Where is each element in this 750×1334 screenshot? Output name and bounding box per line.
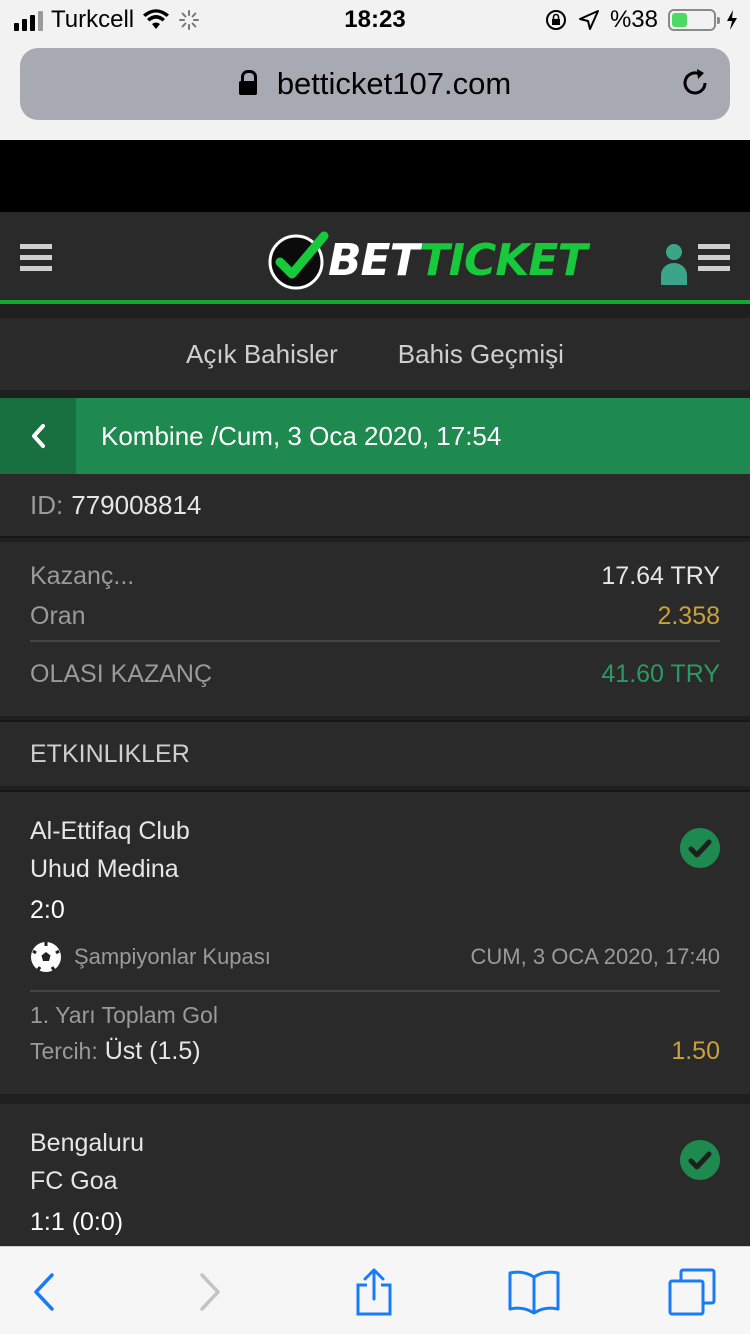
browser-chrome: Turkcell 18:23 %38 betticket107.com bbox=[0, 0, 750, 140]
stake-value: 17.64 TRY bbox=[601, 561, 720, 590]
bet-title-bar: Kombine /Cum, 3 Oca 2020, 17:54 bbox=[0, 398, 750, 474]
tab-open-bets[interactable]: Açık Bahisler bbox=[186, 339, 338, 370]
away-team: FC Goa bbox=[30, 1166, 118, 1195]
checkmark-logo-icon bbox=[268, 231, 329, 290]
browser-toolbar bbox=[0, 1246, 750, 1334]
odds-row: Oran 2.358 bbox=[30, 596, 720, 636]
payout-label: OLASI KAZANÇ bbox=[30, 659, 212, 688]
charging-icon bbox=[727, 10, 737, 30]
payout-row: OLASI KAZANÇ 41.60 TRY bbox=[30, 648, 720, 700]
payout-value: 41.60 TRY bbox=[601, 659, 720, 688]
logo-text-ticket: TICKET bbox=[419, 234, 588, 286]
chevron-right-icon bbox=[200, 1273, 220, 1311]
share-icon bbox=[356, 1268, 392, 1316]
lock-icon bbox=[238, 70, 257, 95]
events-heading: ETKINLIKLER bbox=[0, 720, 750, 786]
bet-title: Kombine /Cum, 3 Oca 2020, 17:54 bbox=[101, 420, 502, 451]
logo-text-bet: BET bbox=[328, 234, 421, 286]
reload-icon[interactable] bbox=[678, 66, 712, 100]
chevron-left-icon bbox=[32, 424, 45, 448]
divider bbox=[30, 640, 720, 642]
browser-forward-button[interactable] bbox=[182, 1267, 238, 1317]
url-text: betticket107.com bbox=[276, 66, 512, 101]
event-meta: Şampiyonlar Kupası CUM, 3 OCA 2020, 17:4… bbox=[30, 932, 720, 982]
pick-odds: 1.50 bbox=[671, 1036, 720, 1065]
battery-icon bbox=[668, 9, 720, 31]
book-icon bbox=[508, 1270, 560, 1315]
bet-id-value: 779008814 bbox=[71, 489, 202, 520]
bet-id-label: ID: bbox=[30, 489, 64, 520]
match-score: 2:0 bbox=[30, 895, 65, 924]
location-icon bbox=[578, 10, 599, 30]
away-team: Uhud Medina bbox=[30, 854, 179, 883]
market-name: 1. Yarı Toplam Gol bbox=[30, 1001, 218, 1028]
check-circle-icon bbox=[680, 828, 720, 868]
menu-icon[interactable] bbox=[20, 244, 52, 277]
check-circle-icon bbox=[680, 1140, 720, 1180]
bet-id-row: ID: 779008814 bbox=[0, 474, 750, 538]
event-card: Al-Ettifaq Club Uhud Medina 2:0 Şampiyon… bbox=[0, 790, 750, 1094]
match-score: 1:1 (0:0) bbox=[30, 1207, 124, 1236]
browser-back-button[interactable] bbox=[16, 1267, 72, 1317]
battery-percent: %38 bbox=[609, 6, 658, 33]
user-icon[interactable] bbox=[660, 242, 688, 286]
rotation-lock-icon bbox=[545, 10, 566, 30]
tabs-icon bbox=[668, 1268, 716, 1316]
soccer-ball-icon bbox=[31, 942, 61, 972]
odds-value: 2.358 bbox=[657, 601, 720, 630]
address-bar[interactable]: betticket107.com bbox=[20, 48, 730, 120]
stake-row: Kazanç... 17.64 TRY bbox=[30, 556, 720, 596]
home-team: Al-Ettifaq Club bbox=[30, 816, 190, 845]
chevron-left-icon bbox=[34, 1273, 54, 1311]
divider bbox=[30, 990, 720, 992]
pick-label: Tercih: bbox=[30, 1037, 98, 1064]
tabs-button[interactable] bbox=[664, 1267, 720, 1317]
top-banner bbox=[0, 140, 750, 212]
odds-label: Oran bbox=[30, 601, 86, 630]
back-button[interactable] bbox=[0, 398, 76, 474]
share-button[interactable] bbox=[346, 1267, 402, 1317]
event-card: Bengaluru FC Goa 1:1 (0:0) bbox=[0, 1104, 750, 1246]
home-team: Bengaluru bbox=[30, 1128, 144, 1157]
site-header: BETTICKET bbox=[0, 212, 750, 304]
league-name: Şampiyonlar Kupası bbox=[74, 944, 271, 969]
pick-row: Tercih: Üst (1.5) 1.50 bbox=[30, 1032, 720, 1070]
tab-bet-history[interactable]: Bahis Geçmişi bbox=[398, 339, 564, 370]
status-bar: Turkcell 18:23 %38 bbox=[0, 0, 750, 40]
bookmarks-button[interactable] bbox=[506, 1267, 562, 1317]
stake-label: Kazanç... bbox=[30, 561, 135, 590]
event-datetime: CUM, 3 OCA 2020, 17:40 bbox=[470, 944, 720, 969]
pick-value: Üst (1.5) bbox=[104, 1036, 201, 1065]
bet-summary: Kazanç... 17.64 TRY Oran 2.358 OLASI KAZ… bbox=[0, 542, 750, 716]
betslip-menu-icon[interactable] bbox=[698, 244, 730, 277]
betticket-logo[interactable]: BETTICKET bbox=[266, 230, 588, 290]
bet-tabs: Açık Bahisler Bahis Geçmişi bbox=[0, 318, 750, 390]
